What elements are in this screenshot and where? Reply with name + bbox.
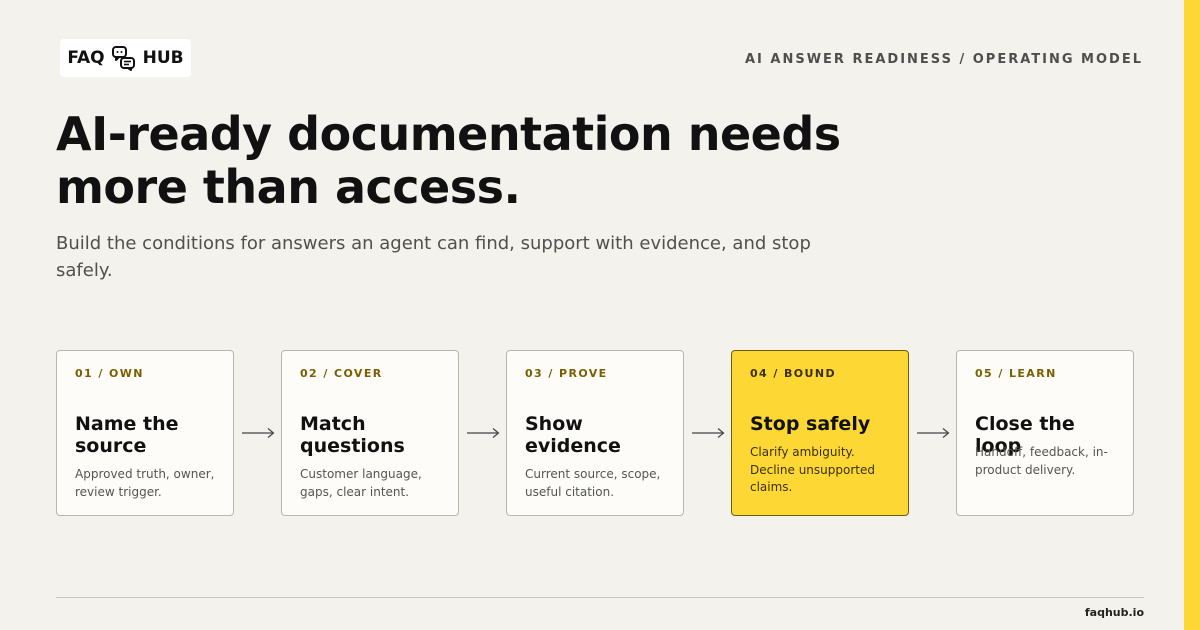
step-description: Handoff, feedback, in-product delivery. (975, 445, 1108, 477)
step-card-prove: 03 / PROVE Show evidence Current source,… (506, 350, 684, 516)
step-tag: 04 / BOUND (750, 367, 836, 380)
arrow-right-icon (684, 350, 731, 516)
step-title: Show evidence (525, 413, 621, 457)
step-description: Approved truth, owner, review trigger. (75, 467, 215, 499)
accent-bar (1184, 0, 1200, 630)
step-card-bound: 04 / BOUND Stop safely Clarify ambiguity… (731, 350, 909, 516)
step-card-own: 01 / OWN Name the source Approved truth,… (56, 350, 234, 516)
step-title: Stop safely (750, 413, 871, 435)
step-description: Current source, scope, useful citation. (525, 467, 661, 499)
step-tag: 03 / PROVE (525, 367, 608, 380)
logo-text-faq: FAQ (67, 48, 105, 68)
step-description: Customer language, gaps, clear intent. (300, 467, 422, 499)
section-eyebrow: AI ANSWER READINESS / OPERATING MODEL (744, 52, 1143, 67)
logo-text-hub: HUB (142, 48, 184, 68)
step-tag: 01 / OWN (75, 367, 144, 380)
footer-url[interactable]: faqhub.io (1085, 606, 1144, 619)
chat-bubbles-icon (111, 45, 137, 71)
step-card-cover: 02 / COVER Match questions Customer lang… (281, 350, 459, 516)
step-tag: 02 / COVER (300, 367, 383, 380)
arrow-right-icon (909, 350, 956, 516)
footer-divider (56, 597, 1144, 598)
process-flow: 01 / OWN Name the source Approved truth,… (56, 350, 1134, 516)
step-card-learn: 05 / LEARN Close the loop Handoff, feedb… (956, 350, 1134, 516)
step-description: Clarify ambiguity. Decline unsupported c… (750, 445, 875, 494)
arrow-right-icon (459, 350, 506, 516)
step-title: Match questions (300, 413, 405, 457)
step-tag: 05 / LEARN (975, 367, 1057, 380)
page-headline: AI-ready documentation needs more than a… (56, 107, 841, 214)
page-subtitle: Build the conditions for answers an agen… (56, 233, 811, 281)
faqhub-logo[interactable]: FAQ HUB (60, 39, 191, 77)
step-title: Name the source (75, 413, 179, 457)
arrow-right-icon (234, 350, 281, 516)
